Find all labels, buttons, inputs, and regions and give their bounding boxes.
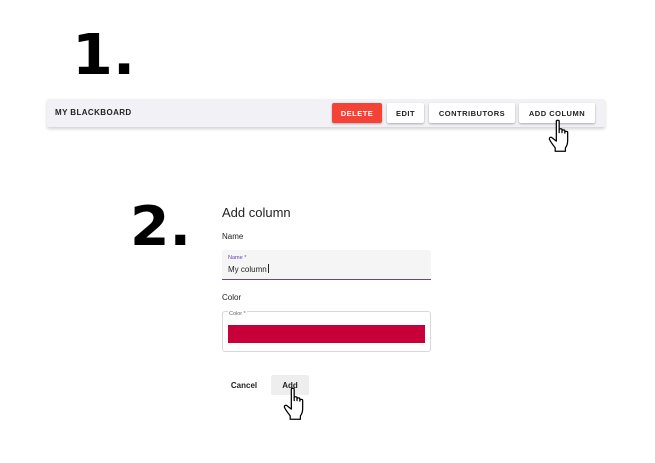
cancel-button[interactable]: Cancel (224, 376, 264, 394)
step-1-number: 1. (72, 23, 136, 88)
hand-pointer-icon (548, 119, 569, 152)
color-floating-label: Color * (228, 311, 247, 317)
step-2-number: 2. (130, 195, 191, 258)
delete-button[interactable]: DELETE (332, 103, 382, 123)
color-swatch[interactable] (228, 325, 425, 343)
edit-button[interactable]: EDIT (387, 103, 424, 123)
dialog-title: Add column (222, 205, 291, 220)
color-picker-field[interactable]: Color * (222, 311, 431, 352)
blackboard-title: MY BLACKBOARD (55, 108, 132, 117)
name-input[interactable]: Name * My column (222, 250, 431, 280)
color-section-label: Color (222, 293, 242, 302)
text-caret (267, 264, 269, 273)
name-floating-label: Name * (228, 255, 247, 261)
hand-pointer-icon (283, 387, 304, 420)
contributors-button[interactable]: CONTRIBUTORS (429, 103, 515, 123)
blackboard-toolbar: MY BLACKBOARD DELETE EDIT CONTRIBUTORS A… (47, 99, 605, 127)
name-value: My column (228, 265, 267, 274)
name-section-label: Name (222, 232, 244, 241)
